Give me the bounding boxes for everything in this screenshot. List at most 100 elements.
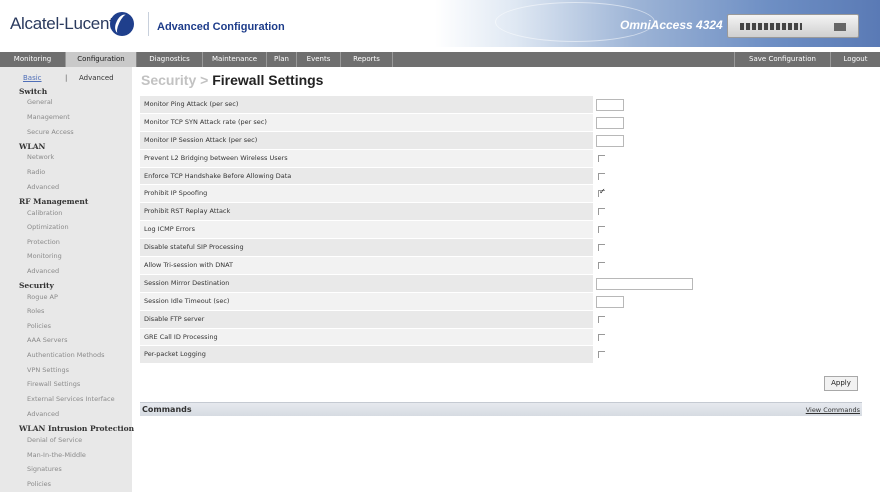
view-commands-link[interactable]: View Commands	[806, 406, 860, 414]
setting-label: Session Mirror Destination	[144, 278, 230, 287]
header-divider	[148, 12, 149, 36]
sidebar-item-rf-advanced[interactable]: Advanced	[27, 267, 59, 275]
setting-value-cell	[593, 185, 862, 203]
firewall-settings-table: Monitor Ping Attack (per sec) Monitor TCP…	[140, 96, 862, 365]
disable-ftp-server-checkbox[interactable]	[598, 315, 605, 323]
setting-value-cell	[593, 239, 862, 257]
setting-row-prevent-l2-bridging-between-wireless-users: Prevent L2 Bridging between Wireless Use…	[140, 149, 862, 168]
device-led-icon	[834, 23, 846, 31]
apply-button[interactable]: Apply	[824, 376, 858, 391]
setting-label: Per-packet Logging	[144, 350, 206, 359]
sidebar-item-authentication-methods[interactable]: Authentication Methods	[27, 351, 105, 359]
breadcrumb[interactable]: Security >	[141, 72, 208, 88]
monitor-tcp-syn-attack-rate-per-sec-input[interactable]	[596, 116, 624, 129]
log-icmp-errors-checkbox[interactable]	[598, 226, 605, 234]
app-title: Advanced Configuration	[157, 21, 285, 33]
tab-diagnostics[interactable]: Diagnostics	[137, 52, 203, 67]
setting-row-gre-call-id-processing: GRE Call ID Processing	[140, 328, 862, 347]
setting-label: Disable FTP server	[144, 314, 205, 323]
mode-switch: Basic | Advanced	[23, 74, 114, 82]
per-packet-logging-checkbox[interactable]	[598, 351, 605, 359]
sidebar-item-calibration[interactable]: Calibration	[27, 209, 62, 217]
commands-bar: Commands View Commands	[140, 402, 862, 416]
session-idle-timeout-sec-input[interactable]	[596, 295, 624, 308]
tab-plan[interactable]: Plan	[267, 52, 297, 67]
session-mirror-destination-input[interactable]	[596, 277, 693, 290]
sidebar-item-firewall-settings[interactable]: Firewall Settings	[27, 380, 80, 388]
setting-row-monitor-ping-attack-per-sec: Monitor Ping Attack (per sec)	[140, 96, 862, 114]
sidebar-item-denial-of-service[interactable]: Denial of Service	[27, 436, 82, 444]
setting-value-cell	[593, 221, 862, 239]
sidebar-item-wip-policies[interactable]: Policies	[27, 480, 51, 488]
enforce-tcp-handshake-before-allowing-data-checkbox[interactable]	[598, 172, 605, 180]
sidebar-item-aaa-servers[interactable]: AAA Servers	[27, 336, 67, 344]
sidebar-item-external-services-interface[interactable]: External Services Interface	[27, 395, 115, 403]
prohibit-ip-spoofing-checkbox[interactable]	[598, 187, 606, 198]
advanced-mode-link[interactable]: Advanced	[79, 74, 114, 82]
logout-button[interactable]: Logout	[830, 52, 880, 67]
setting-value-cell	[593, 149, 862, 167]
monitor-ip-session-attack-per-sec-input[interactable]	[596, 134, 624, 147]
switch-device-icon	[727, 14, 859, 38]
tab-events[interactable]: Events	[297, 52, 341, 67]
mode-separator: |	[65, 74, 68, 82]
main-nav: Monitoring Configuration Diagnostics Mai…	[0, 52, 880, 67]
sidebar-section-wlan-intrusion-protection: WLAN Intrusion Protection	[19, 424, 135, 433]
header: Alcatel-Lucent Advanced Configuration Om…	[0, 0, 880, 50]
setting-row-disable-stateful-sip-processing: Disable stateful SIP Processing	[140, 239, 862, 258]
brand-logo-text: Alcatel-Lucent	[10, 14, 114, 33]
disable-stateful-sip-processing-checkbox[interactable]	[598, 244, 605, 252]
setting-value-cell	[593, 113, 862, 131]
setting-row-allow-tri-session-with-dnat: Allow Tri-session with DNAT	[140, 257, 862, 275]
monitor-ping-attack-per-sec-input[interactable]	[596, 99, 624, 111]
setting-row-session-idle-timeout-sec: Session Idle Timeout (sec)	[140, 292, 862, 311]
sidebar-item-radio[interactable]: Radio	[27, 168, 45, 176]
tab-configuration[interactable]: Configuration	[66, 52, 137, 67]
setting-label: Monitor TCP SYN Attack rate (per sec)	[144, 117, 267, 126]
header-banner: OmniAccess 4324	[435, 0, 880, 47]
setting-label: Allow Tri-session with DNAT	[144, 261, 234, 270]
sidebar-item-secure-access[interactable]: Secure Access	[27, 128, 74, 136]
basic-mode-link[interactable]: Basic	[23, 74, 42, 82]
save-configuration-button[interactable]: Save Configuration	[734, 52, 830, 67]
prevent-l2-bridging-between-wireless-users-checkbox[interactable]	[598, 154, 605, 162]
product-name: OmniAccess 4324	[620, 18, 723, 32]
sidebar-item-rogue-ap[interactable]: Rogue AP	[27, 293, 58, 301]
tab-maintenance[interactable]: Maintenance	[203, 52, 267, 67]
setting-label: Monitor Ping Attack (per sec)	[144, 100, 239, 108]
setting-value-cell	[593, 292, 862, 310]
tab-reports[interactable]: Reports	[341, 52, 393, 67]
sidebar-item-policies[interactable]: Policies	[27, 322, 51, 330]
setting-value-cell	[593, 167, 862, 185]
sidebar-item-protection[interactable]: Protection	[27, 238, 60, 246]
prohibit-rst-replay-attack-checkbox[interactable]	[598, 208, 605, 216]
sidebar-item-monitoring[interactable]: Monitoring	[27, 252, 62, 260]
allow-tri-session-with-dnat-checkbox[interactable]	[598, 262, 605, 270]
sidebar-item-security-advanced[interactable]: Advanced	[27, 410, 59, 418]
sidebar-item-general[interactable]: General	[27, 98, 53, 106]
sidebar-item-management[interactable]: Management	[27, 113, 70, 121]
setting-label: Prevent L2 Bridging between Wireless Use…	[144, 153, 288, 162]
setting-row-monitor-ip-session-attack-per-sec: Monitor IP Session Attack (per sec)	[140, 131, 862, 150]
setting-value-cell	[593, 257, 862, 274]
tab-monitoring[interactable]: Monitoring	[0, 52, 66, 67]
setting-row-disable-ftp-server: Disable FTP server	[140, 310, 862, 329]
sidebar-item-vpn-settings[interactable]: VPN Settings	[27, 366, 69, 374]
setting-value-cell	[593, 96, 862, 113]
setting-value-cell	[593, 274, 862, 292]
sidebar-item-roles[interactable]: Roles	[27, 307, 44, 315]
sidebar-item-network[interactable]: Network	[27, 153, 54, 161]
setting-value-cell	[593, 310, 862, 328]
sidebar-item-signatures[interactable]: Signatures	[27, 465, 62, 473]
setting-row-monitor-tcp-syn-attack-rate-per-sec: Monitor TCP SYN Attack rate (per sec)	[140, 113, 862, 132]
setting-label: Prohibit RST Replay Attack	[144, 207, 231, 216]
setting-label: Enforce TCP Handshake Before Allowing Da…	[144, 171, 292, 180]
sidebar-item-optimization[interactable]: Optimization	[27, 223, 69, 231]
setting-label: Monitor IP Session Attack (per sec)	[144, 135, 258, 144]
sidebar-section-rf-management: RF Management	[19, 197, 89, 206]
setting-label: GRE Call ID Processing	[144, 332, 218, 341]
sidebar-item-wlan-advanced[interactable]: Advanced	[27, 183, 59, 191]
setting-label: Session Idle Timeout (sec)	[144, 296, 230, 305]
sidebar-item-man-in-the-middle[interactable]: Man-In-the-Middle	[27, 451, 86, 459]
gre-call-id-processing-checkbox[interactable]	[598, 333, 605, 341]
